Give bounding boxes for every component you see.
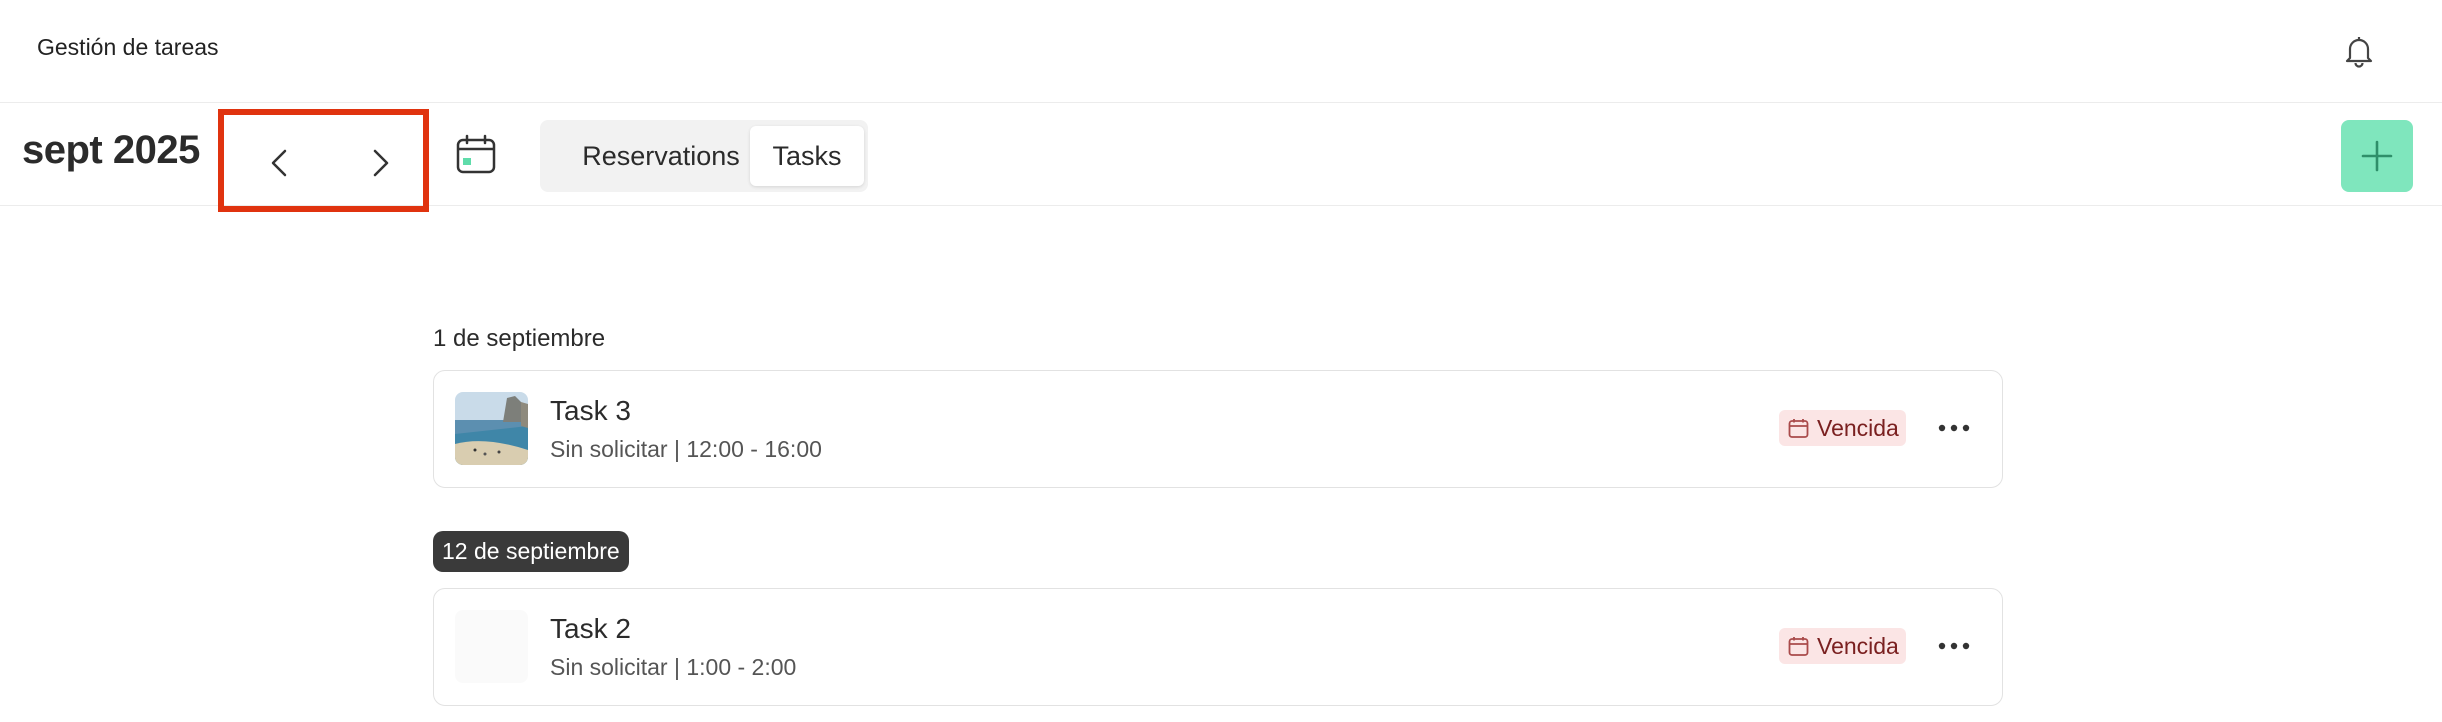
task-subtitle: Sin solicitar | 1:00 - 2:00 (550, 654, 797, 680)
chevron-right-icon[interactable] (360, 143, 400, 183)
month-label: sept 2025 (22, 128, 200, 172)
top-bar: Gestión de tareas (0, 0, 2442, 103)
status-badge: Vencida (1779, 410, 1906, 446)
task-subtitle: Sin solicitar | 12:00 - 16:00 (550, 436, 822, 462)
status-label: Vencida (1817, 633, 1899, 659)
more-options-icon[interactable] (1934, 411, 1974, 445)
status-label: Vencida (1817, 415, 1899, 441)
task-card[interactable]: Task 2 Sin solicitar | 1:00 - 2:00 Venci… (433, 588, 2003, 706)
tab-reservations[interactable]: Reservations (546, 126, 776, 186)
plus-icon (2361, 140, 2393, 172)
date-heading-highlighted: 12 de septiembre (433, 531, 629, 572)
task-thumbnail (455, 392, 528, 465)
app-title: Gestión de tareas (37, 34, 219, 60)
tab-tasks[interactable]: Tasks (750, 126, 864, 186)
task-title: Task 2 (550, 613, 631, 644)
bell-icon[interactable] (2344, 34, 2374, 68)
chevron-left-icon[interactable] (260, 143, 300, 183)
date-heading: 1 de septiembre (433, 325, 606, 352)
status-badge: Vencida (1779, 628, 1906, 664)
calendar-toolbar: sept 2025 Reservations Tasks (0, 104, 2442, 212)
view-switcher: Reservations Tasks (540, 120, 868, 192)
task-title: Task 3 (550, 395, 631, 426)
task-thumbnail (455, 610, 528, 683)
calendar-icon (1788, 419, 1809, 438)
more-options-icon[interactable] (1934, 629, 1974, 663)
calendar-icon (1788, 637, 1809, 656)
add-button[interactable] (2341, 120, 2413, 192)
task-card[interactable]: Task 3 Sin solicitar | 12:00 - 16:00 Ven… (433, 370, 2003, 488)
calendar-icon[interactable] (455, 134, 497, 176)
month-navigation (218, 109, 429, 212)
